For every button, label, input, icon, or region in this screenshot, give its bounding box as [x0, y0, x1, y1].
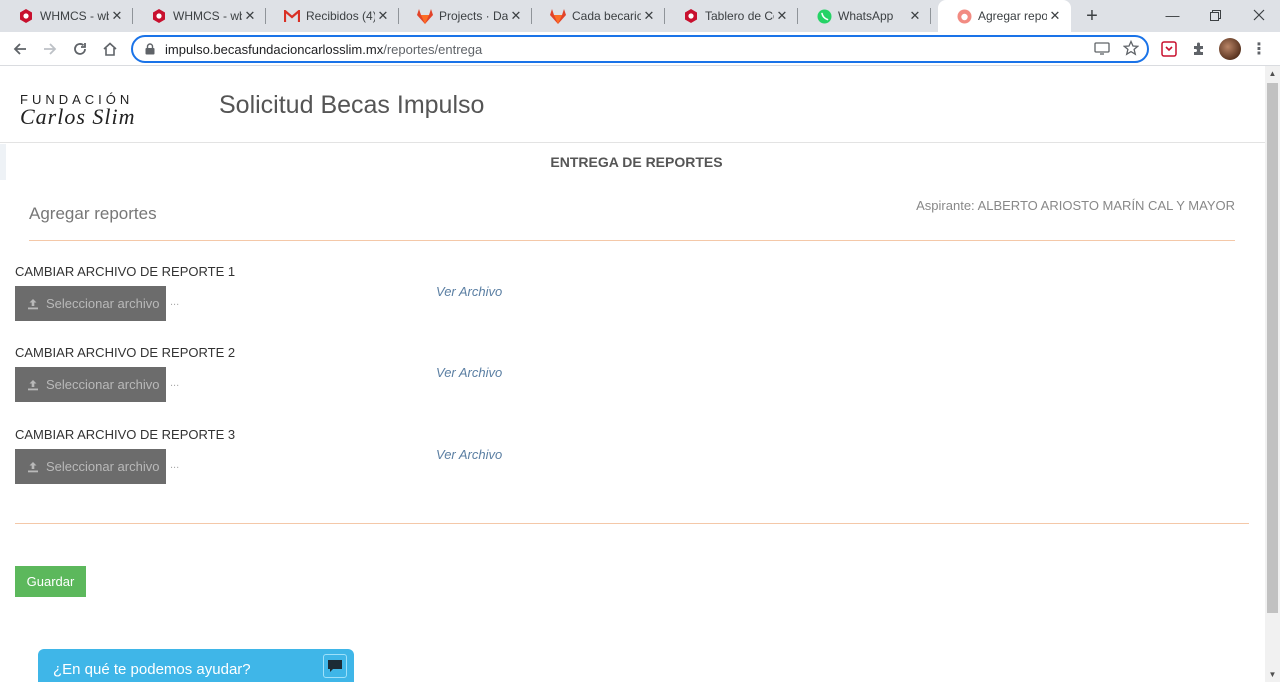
report-label: CAMBIAR ARCHIVO DE REPORTE 3	[15, 427, 236, 442]
whmcs-icon	[18, 8, 34, 24]
file-name: ...	[170, 459, 180, 471]
site-header: FUNDACIÓN Carlos Slim Solicitud Becas Im…	[0, 66, 1265, 143]
kebab-menu-icon[interactable]: ⋮	[1250, 40, 1268, 58]
gitlab-icon	[417, 8, 433, 24]
whatsapp-icon	[816, 8, 832, 24]
profile-avatar[interactable]	[1219, 38, 1241, 60]
site-title: Solicitud Becas Impulso	[219, 91, 485, 119]
page-subtitle: Agregar reportes	[29, 204, 157, 223]
file-name: ...	[170, 296, 180, 308]
browser-tab[interactable]: WhatsApp ✕	[798, 0, 931, 32]
select-file-button[interactable]: Seleccionar archivo	[15, 286, 166, 321]
select-file-button[interactable]: Seleccionar archivo	[15, 367, 166, 402]
lock-icon[interactable]	[143, 42, 157, 56]
tab-title: WhatsApp	[838, 9, 894, 23]
scroll-thumb[interactable]	[1267, 83, 1278, 613]
url-text: impulso.becasfundacioncarlosslim.mx/repo…	[165, 41, 483, 57]
close-icon[interactable]: ✕	[907, 8, 923, 24]
report-row-2: CAMBIAR ARCHIVO DE REPORTE 2 Seleccionar…	[15, 345, 615, 415]
restore-icon[interactable]	[1193, 0, 1238, 30]
close-icon[interactable]: ✕	[109, 8, 125, 24]
aspirante-name: Aspirante: ALBERTO ARIOSTO MARÍN CAL Y M…	[916, 198, 1235, 213]
browser-tab[interactable]: Tablero de Cor ✕	[665, 0, 798, 32]
pocket-icon[interactable]	[1160, 40, 1178, 58]
browser-tab[interactable]: Projects · Dash ✕	[399, 0, 532, 32]
whmcs-icon	[683, 8, 699, 24]
home-icon[interactable]	[98, 37, 122, 61]
view-file-link[interactable]: Ver Archivo	[436, 365, 502, 380]
section-title: ENTREGA DE REPORTES	[550, 154, 723, 170]
upload-icon	[26, 297, 40, 311]
browser-toolbar: impulso.becasfundacioncarlosslim.mx/repo…	[0, 32, 1280, 66]
browser-tab[interactable]: Recibidos (4) - ✕	[266, 0, 399, 32]
extensions-icon[interactable]	[1190, 40, 1208, 58]
reload-icon[interactable]	[68, 37, 92, 61]
gmail-icon	[284, 8, 300, 24]
view-file-link[interactable]: Ver Archivo	[436, 284, 502, 299]
view-file-link[interactable]: Ver Archivo	[436, 447, 502, 462]
close-icon[interactable]: ✕	[641, 8, 657, 24]
forward-icon[interactable]	[38, 37, 62, 61]
browser-tab[interactable]: Cada becario s ✕	[532, 0, 665, 32]
back-icon[interactable]	[8, 37, 32, 61]
report-label: CAMBIAR ARCHIVO DE REPORTE 2	[15, 345, 236, 360]
tab-title: WHMCS - wbT	[40, 9, 109, 23]
cast-icon[interactable]	[1093, 39, 1111, 57]
close-icon[interactable]: ✕	[242, 8, 258, 24]
site-icon	[956, 8, 972, 24]
scroll-down-icon[interactable]: ▼	[1265, 667, 1280, 682]
file-name: ...	[170, 377, 180, 389]
divider	[15, 523, 1249, 524]
fundacion-logo[interactable]: FUNDACIÓN Carlos Slim	[20, 92, 170, 129]
browser-tab-active[interactable]: Agregar repor ✕	[938, 0, 1071, 32]
gitlab-icon	[550, 8, 566, 24]
tab-title: Cada becario s	[572, 9, 641, 23]
report-label: CAMBIAR ARCHIVO DE REPORTE 1	[15, 264, 236, 279]
close-icon[interactable]: ✕	[508, 8, 524, 24]
chat-label: ¿En qué te podemos ayudar?	[53, 660, 251, 678]
minimize-icon[interactable]: —	[1150, 0, 1195, 30]
tab-title: Projects · Dash	[439, 9, 508, 23]
window-close-icon[interactable]	[1236, 0, 1280, 30]
page-scrollbar[interactable]: ▲ ▼	[1265, 66, 1280, 682]
tab-title: Tablero de Cor	[705, 9, 774, 23]
chat-bubble-icon[interactable]	[323, 654, 347, 678]
page-content: FUNDACIÓN Carlos Slim Solicitud Becas Im…	[0, 66, 1265, 682]
report-row-3: CAMBIAR ARCHIVO DE REPORTE 3 Seleccionar…	[15, 427, 615, 497]
save-button[interactable]: Guardar	[15, 566, 86, 597]
browser-tab[interactable]: WHMCS - wbT ✕	[0, 0, 133, 32]
tab-strip: WHMCS - wbT ✕ WHMCS - wbT ✕ Recibidos (4…	[0, 0, 1280, 32]
divider	[29, 240, 1235, 241]
bookmark-star-icon[interactable]	[1122, 39, 1140, 57]
tab-title: Recibidos (4) -	[306, 9, 375, 23]
close-icon[interactable]: ✕	[774, 8, 790, 24]
new-tab-button[interactable]: +	[1080, 4, 1104, 28]
scroll-up-icon[interactable]: ▲	[1265, 66, 1280, 81]
close-icon[interactable]: ✕	[375, 8, 391, 24]
whmcs-icon	[151, 8, 167, 24]
tab-title: Agregar repor	[978, 9, 1047, 23]
browser-tab[interactable]: WHMCS - wbT ✕	[133, 0, 266, 32]
tab-title: WHMCS - wbT	[173, 9, 242, 23]
address-bar[interactable]: impulso.becasfundacioncarlosslim.mx/repo…	[131, 35, 1149, 63]
select-file-button[interactable]: Seleccionar archivo	[15, 449, 166, 484]
close-icon[interactable]: ✕	[1047, 8, 1063, 24]
chat-widget[interactable]: ¿En qué te podemos ayudar?	[38, 649, 354, 682]
upload-icon	[26, 460, 40, 474]
report-row-1: CAMBIAR ARCHIVO DE REPORTE 1 Seleccionar…	[15, 264, 615, 334]
upload-icon	[26, 378, 40, 392]
